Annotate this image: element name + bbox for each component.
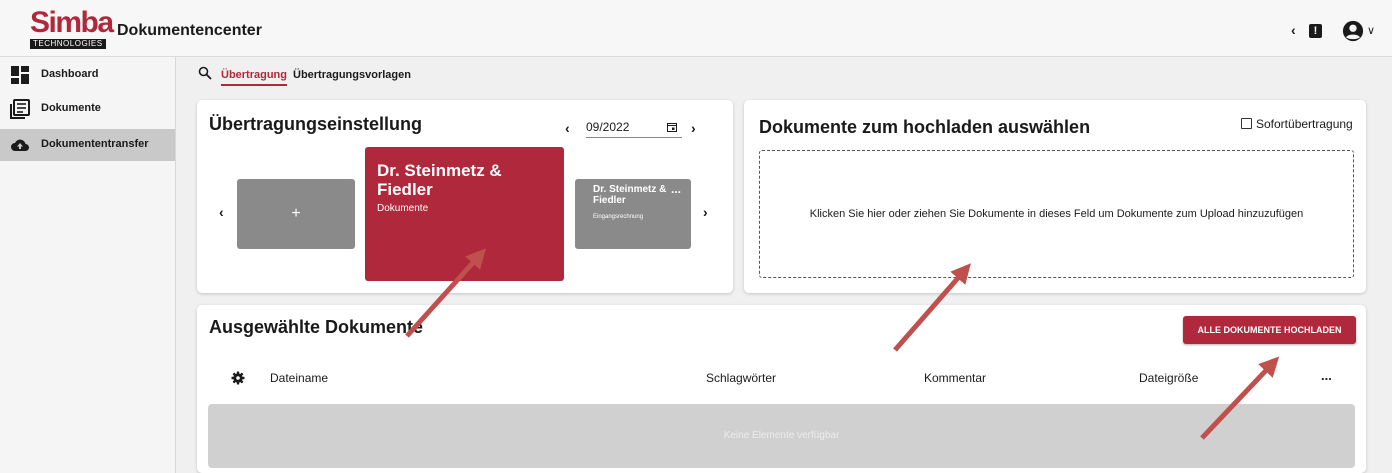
dashboard-icon: [11, 66, 29, 84]
documents-icon: [10, 99, 30, 119]
search-icon[interactable]: [198, 66, 212, 80]
tile-subtitle: Eingangsrechnung: [593, 214, 644, 220]
cloud-upload-icon: [11, 139, 29, 151]
carousel-next-button[interactable]: ›: [703, 204, 708, 220]
selected-template-tile[interactable]: Dr. Steinmetz & Fiedler Dokumente: [365, 147, 564, 281]
instant-transfer-checkbox[interactable]: [1241, 118, 1252, 129]
empty-state-text: Keine Elemente verfügbar: [723, 430, 840, 441]
month-next-button[interactable]: ›: [691, 120, 696, 136]
calendar-icon[interactable]: [667, 122, 677, 132]
transfer-settings-title: Übertragungseinstellung: [209, 114, 423, 134]
month-prev-button[interactable]: ‹: [565, 120, 570, 136]
carousel-prev-button[interactable]: ‹: [219, 204, 224, 220]
empty-table-row: Keine Elemente verfügbar: [208, 404, 1355, 468]
tile-title: Dr. Steinmetz & Fiedler: [593, 184, 667, 206]
app-title: Dokumentencenter: [117, 22, 262, 39]
logo-subtitle: TECHNOLOGIES: [30, 39, 106, 49]
tile-title: Dr. Steinmetz & Fiedler: [377, 161, 502, 199]
column-header-keywords[interactable]: Schlagwörter: [706, 371, 776, 385]
alert-icon[interactable]: !: [1309, 24, 1322, 38]
sidebar-item-label: Dashboard: [41, 68, 99, 80]
sidebar-item-dokumententransfer[interactable]: Dokumententransfer: [0, 129, 175, 161]
tile-subtitle: Dokumente: [377, 203, 429, 214]
upload-card-title: Dokumente zum hochladen auswählen: [759, 117, 1091, 137]
column-header-comment[interactable]: Kommentar: [924, 371, 986, 385]
chevron-left-icon[interactable]: ‹: [1291, 22, 1296, 38]
tab-uebertragung[interactable]: Übertragung: [221, 69, 287, 86]
sidebar-item-dokumente[interactable]: Dokumente: [0, 93, 175, 125]
sidebar-item-dashboard[interactable]: Dashboard: [0, 59, 175, 91]
more-icon[interactable]: ...: [671, 182, 681, 196]
sidebar-item-label: Dokumententransfer: [41, 138, 149, 150]
upload-card: Dokumente zum hochladen auswählen Sofort…: [744, 100, 1366, 293]
selected-documents-title: Ausgewählte Dokumente: [209, 317, 424, 337]
account-circle-icon[interactable]: [1342, 20, 1364, 42]
instant-transfer-label: Sofortübertragung: [1256, 117, 1353, 131]
sidebar: Dashboard Dokumente Dokumententransfer: [0, 57, 176, 473]
upload-all-button[interactable]: ALLE DOKUMENTE HOCHLADEN: [1183, 316, 1356, 344]
selected-documents-card: Ausgewählte Dokumente ALLE DOKUMENTE HOC…: [197, 305, 1366, 473]
more-icon[interactable]: ...: [1321, 368, 1332, 383]
gear-icon[interactable]: [231, 371, 245, 385]
dropzone-text: Klicken Sie hier oder ziehen Sie Dokumen…: [809, 208, 1304, 220]
simba-logo[interactable]: Simba TECHNOLOGIES: [28, 8, 114, 50]
top-bar: Simba TECHNOLOGIES Dokumentencenter ‹ ! …: [0, 0, 1392, 57]
tab-uebertragungsvorlagen[interactable]: Übertragungsvorlagen: [293, 69, 411, 81]
add-template-tile[interactable]: +: [237, 179, 355, 249]
sidebar-item-label: Dokumente: [41, 102, 101, 114]
template-tile[interactable]: Dr. Steinmetz & Fiedler Eingangsrechnung…: [575, 179, 691, 249]
transfer-settings-card: Übertragungseinstellung ‹ 09/2022 › ‹ + …: [197, 100, 733, 293]
chevron-down-icon[interactable]: ∨: [1367, 24, 1375, 37]
column-header-filesize[interactable]: Dateigröße: [1139, 371, 1198, 385]
logo-wordmark: Simba: [30, 6, 114, 39]
column-header-filename[interactable]: Dateiname: [270, 371, 328, 385]
document-dropzone[interactable]: Klicken Sie hier oder ziehen Sie Dokumen…: [759, 150, 1354, 278]
